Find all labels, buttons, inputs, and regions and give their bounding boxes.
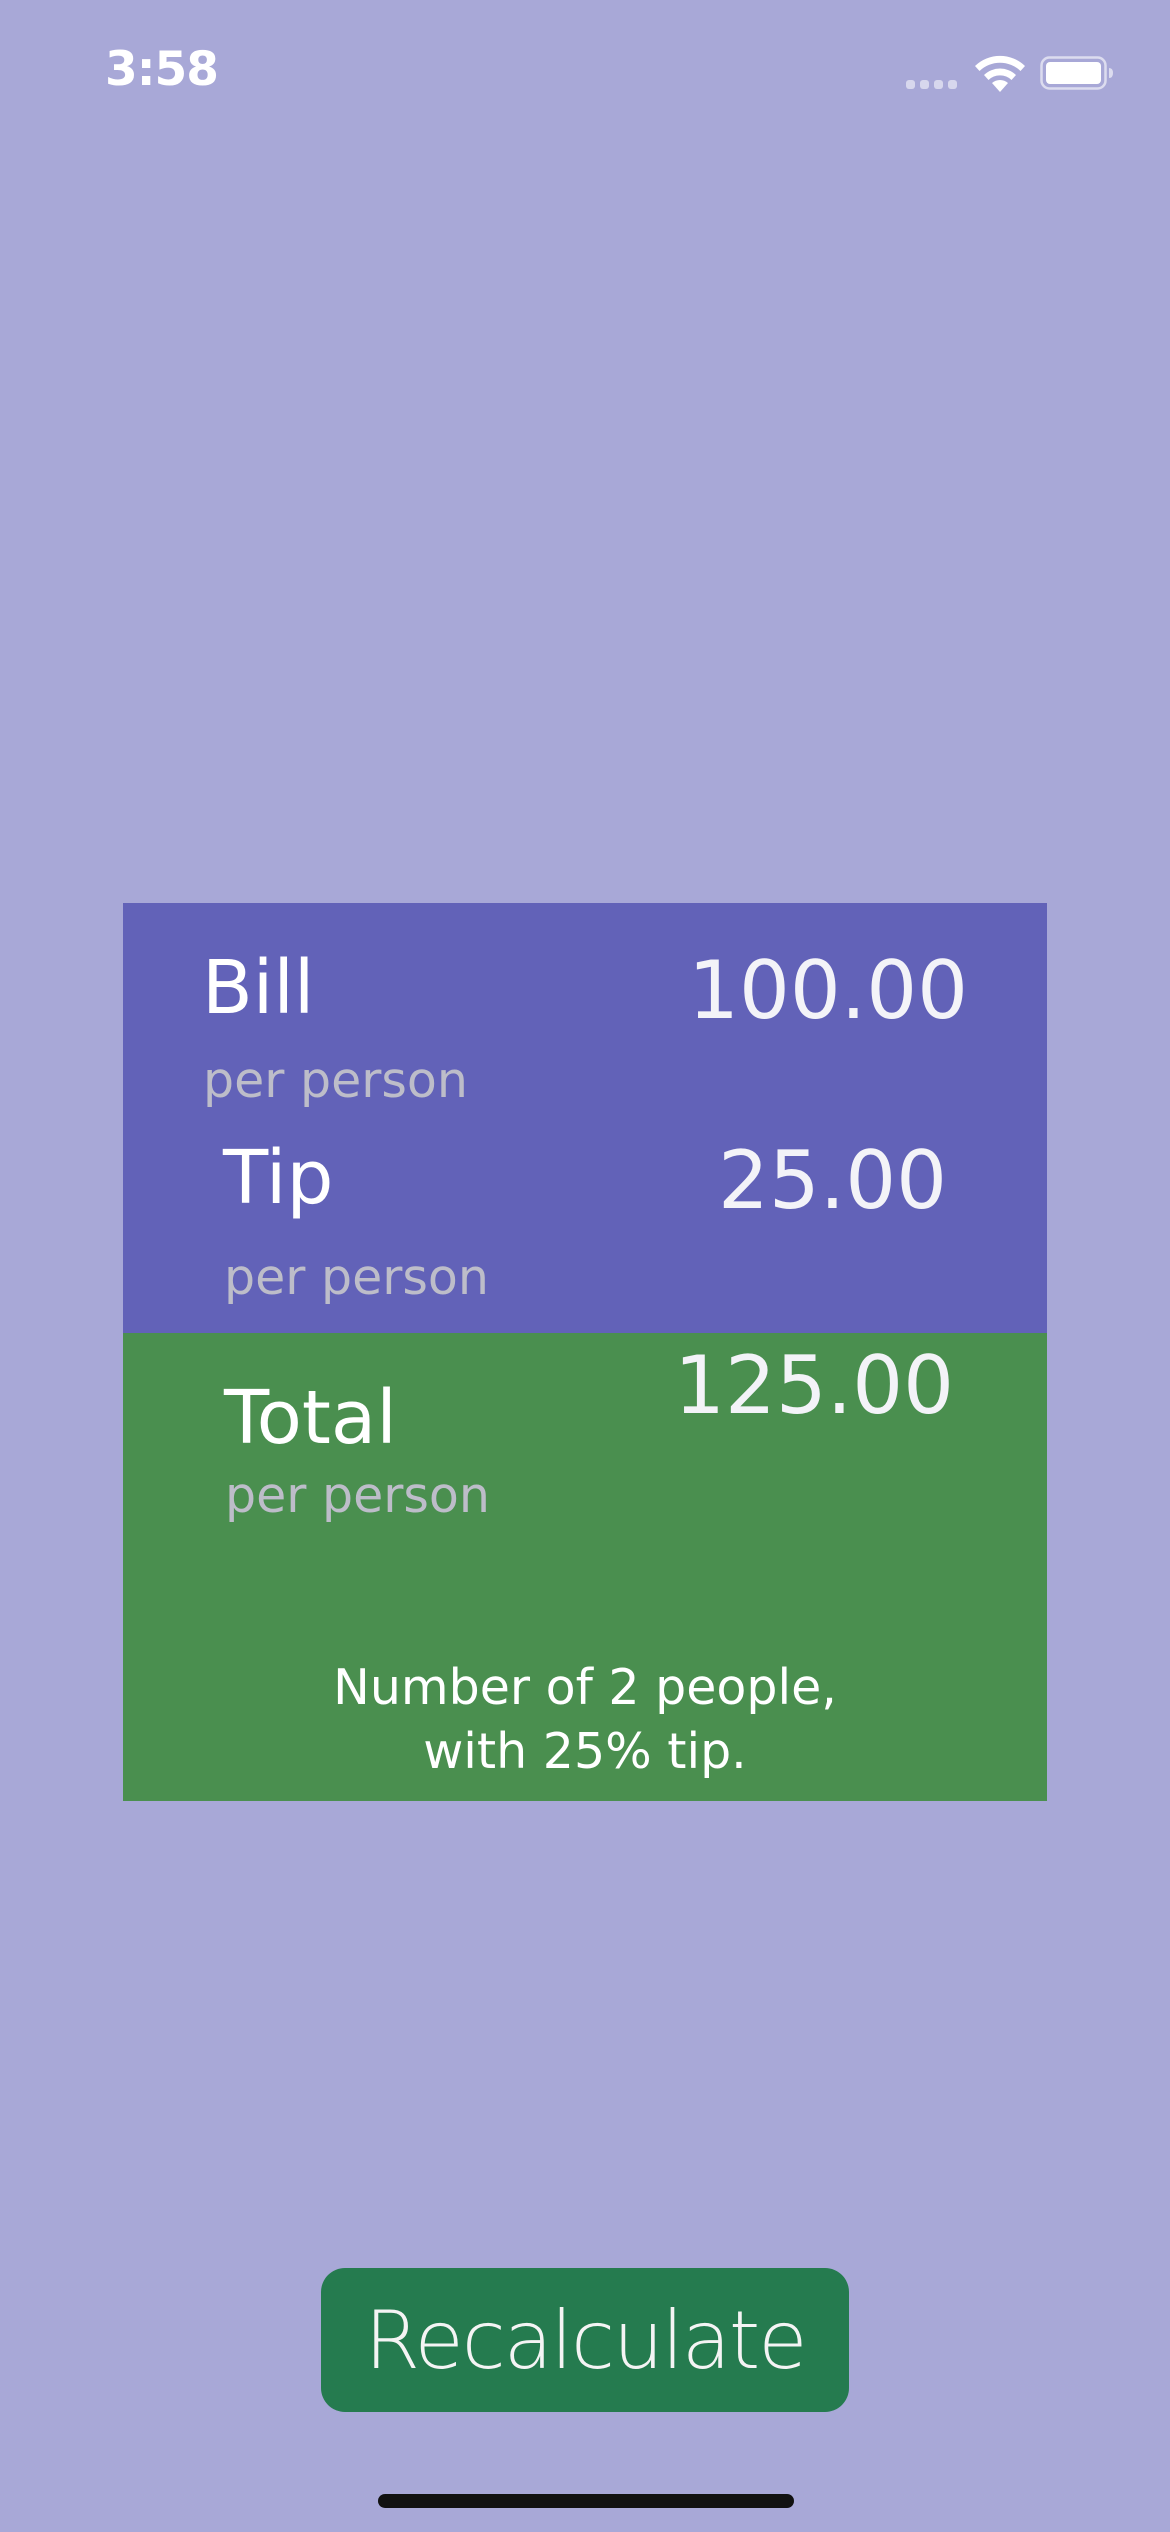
- wifi-icon: [975, 55, 1025, 92]
- status-time: 3:58: [105, 42, 219, 97]
- summary-tip-line: with 25% tip.: [423, 1723, 747, 1780]
- summary-text: Number of 2 people, with 25% tip.: [123, 1656, 1047, 1784]
- tip-label: Tip: [223, 1135, 334, 1221]
- results-card: Bill per person 100.00 Tip per person 25…: [123, 903, 1047, 1801]
- cellular-signal-icon: [906, 80, 960, 90]
- bill-per-person-label: per person: [203, 1052, 468, 1109]
- total-panel: Total per person 125.00 Number of 2 peop…: [123, 1333, 1047, 1801]
- total-value: 125.00: [674, 1339, 954, 1432]
- summary-people-line: Number of 2 people,: [333, 1659, 837, 1716]
- battery-icon: [1040, 56, 1113, 90]
- bill-label: Bill: [202, 945, 315, 1031]
- total-label: Total: [224, 1375, 397, 1461]
- bill-tip-panel: Bill per person 100.00 Tip per person 25…: [123, 903, 1047, 1333]
- home-indicator[interactable]: [378, 2494, 794, 2508]
- tip-value: 25.00: [717, 1134, 947, 1227]
- tip-per-person-label: per person: [224, 1249, 489, 1306]
- recalculate-button[interactable]: Recalculate: [321, 2268, 849, 2412]
- bill-value: 100.00: [688, 944, 968, 1037]
- total-per-person-label: per person: [225, 1467, 490, 1524]
